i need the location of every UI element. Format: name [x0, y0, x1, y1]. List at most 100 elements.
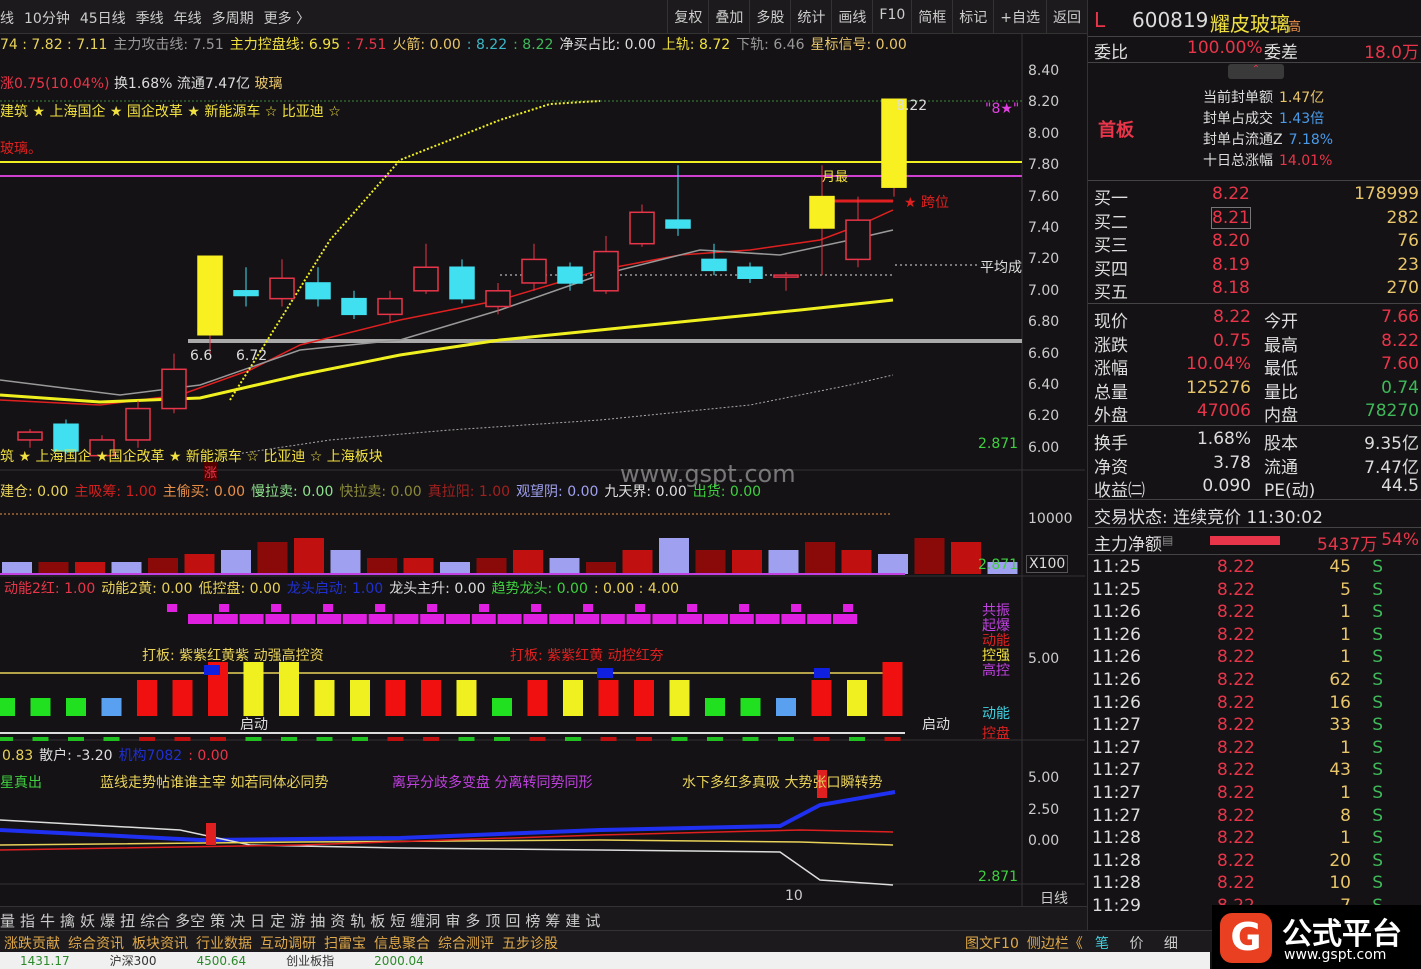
indicator-tab[interactable]: 审	[445, 912, 460, 930]
indicator-tab[interactable]: 妖	[80, 912, 95, 930]
indicator-tab[interactable]: 决	[230, 912, 245, 930]
quote-row: 买四 8.19 23	[1092, 255, 1421, 280]
tick-volume: 43	[1329, 760, 1351, 781]
info-tab[interactable]: 板块资讯	[132, 936, 188, 952]
quote-row: 11:25 8.22 45 S	[1092, 557, 1421, 581]
indicator-tab[interactable]: 板	[370, 912, 385, 930]
quote-row: 11:26 8.22 16 S	[1092, 693, 1421, 717]
quote-row: 11:26 8.22 1 S	[1092, 602, 1421, 626]
indicator-value: 龙头启动: 1.00	[286, 581, 384, 597]
price-tick: 8.20	[1028, 94, 1060, 111]
bid-price: 8.20	[1212, 231, 1250, 251]
avg-cost-label: 平均成	[980, 260, 1022, 276]
bid-volume: 282	[1386, 207, 1419, 228]
tick-side: S	[1372, 828, 1383, 849]
tick-price: 8.22	[1217, 647, 1255, 668]
indicator-tab[interactable]: 擒	[60, 912, 75, 930]
tab-price[interactable]: 价	[1129, 936, 1143, 952]
indicator-tab[interactable]: 试	[585, 912, 600, 930]
volume-bar	[330, 550, 361, 574]
energy-magenta-block	[317, 614, 341, 624]
energy-magenta-block	[471, 614, 496, 624]
indicator-tab[interactable]: 牛	[40, 912, 55, 930]
indicator-tab[interactable]: 筹	[545, 912, 560, 930]
indicator-tab[interactable]: 指	[20, 912, 35, 930]
energy-bar	[563, 680, 583, 716]
tick-side: S	[1372, 692, 1383, 713]
price-tick: 8.40	[1028, 63, 1060, 79]
stat-label: PE(动)	[1264, 481, 1316, 501]
energy-sub-bar	[778, 737, 794, 741]
energy-magenta-dot	[271, 604, 281, 612]
info-tab[interactable]: 综合资讯	[68, 936, 124, 952]
vol-unit-button[interactable]: X100	[1026, 555, 1069, 573]
collapse-button[interactable]: ⌃	[1228, 64, 1284, 79]
candle-body	[377, 297, 403, 316]
tab-ticks[interactable]: 笔	[1095, 936, 1109, 952]
volume-bar	[440, 562, 470, 574]
indicator-tab[interactable]: 抽	[310, 912, 325, 930]
indicator-value: 出货: 0.00	[692, 484, 762, 500]
candle-body	[557, 266, 583, 284]
indicator-tab[interactable]: 资	[330, 912, 345, 930]
stat-value: 3.78	[1213, 452, 1251, 473]
indicator-tab[interactable]: 扭	[120, 912, 135, 930]
indicator-tab[interactable]: 顶	[485, 912, 500, 930]
info-tab[interactable]: 互动调研	[260, 936, 316, 952]
info-tab[interactable]: 涨跌贡献	[4, 936, 60, 952]
volume-bar	[38, 562, 69, 574]
seal-row: 封单占流通Z 7.18%	[1203, 130, 1333, 151]
side-link[interactable]: 侧边栏《	[1027, 936, 1083, 952]
volume-bar	[951, 542, 981, 574]
indicator-tab[interactable]: 短	[390, 912, 405, 930]
weibi-label: 委比	[1094, 43, 1128, 63]
quote-row: 11:26 8.22 1 S	[1092, 625, 1421, 649]
indicator-tab[interactable]: 量	[0, 912, 15, 930]
indicator-tab[interactable]: 定	[270, 912, 285, 930]
indicator-tab[interactable]: 综合	[140, 912, 170, 930]
quote-row: 11:27 8.22 1 S	[1092, 783, 1421, 807]
indicator-value: 趋势龙头: 0.00	[491, 581, 588, 597]
bid-label: 买一	[1094, 189, 1128, 209]
info-tab[interactable]: 五步诊股	[502, 936, 558, 952]
indicator-tabs: 量指牛擒妖爆扭综合 多空策决日定游抽资轨板短缠洞审多顶回榜筹建试	[0, 906, 1210, 930]
stat-label: 最低	[1264, 359, 1298, 379]
period-label[interactable]: 日线	[1040, 888, 1068, 908]
indicator-tab[interactable]: 日	[250, 912, 265, 930]
tick-price: 8.22	[1217, 579, 1255, 600]
energy-sub-bar	[0, 737, 13, 741]
price-tick: 6.20	[1028, 408, 1060, 425]
energy-bar	[527, 680, 548, 716]
energy-bar	[811, 680, 832, 716]
indicator-tab[interactable]: 建	[565, 912, 580, 930]
side-link[interactable]: 图文F10	[965, 936, 1019, 952]
info-tab[interactable]: 扫雷宝	[324, 936, 366, 952]
indicator-value: 低控盘: 0.00	[198, 581, 281, 597]
info-tab[interactable]: 信息聚合	[374, 936, 430, 952]
menu-icon[interactable]: ▤	[1162, 533, 1173, 547]
indicator-tab[interactable]: 爆	[100, 912, 115, 930]
candle-body	[665, 219, 691, 229]
bid-price[interactable]: 8.21	[1211, 206, 1251, 229]
energy-bar	[776, 698, 796, 716]
info-tab[interactable]: 综合测评	[438, 936, 494, 952]
tab-detail[interactable]: 细	[1164, 936, 1178, 952]
indicator-tab[interactable]: 缠洞	[410, 912, 440, 930]
info-tab[interactable]: 行业数据	[196, 936, 252, 952]
flow-red-bar	[206, 823, 216, 845]
energy-bar	[172, 680, 193, 716]
candle-body	[809, 195, 835, 229]
indicator-tab[interactable]: 多	[465, 912, 480, 930]
indicator-tab[interactable]: 多空	[175, 912, 205, 930]
energy-magenta-block	[755, 614, 780, 624]
indicator-tab[interactable]: 榜	[525, 912, 540, 930]
indicator-tab[interactable]: 策	[210, 912, 225, 930]
energy-magenta-block	[368, 614, 393, 624]
energy-sub-bar	[139, 737, 155, 741]
tick-volume: 1	[1340, 602, 1351, 623]
indicator-tab[interactable]: 游	[290, 912, 305, 930]
indicator-tab[interactable]: 轨	[350, 912, 365, 930]
quote-tabs: 笔 价 细	[1087, 930, 1212, 952]
indicator-tab[interactable]: 回	[505, 912, 520, 930]
bid-volume: 178999	[1354, 184, 1419, 204]
